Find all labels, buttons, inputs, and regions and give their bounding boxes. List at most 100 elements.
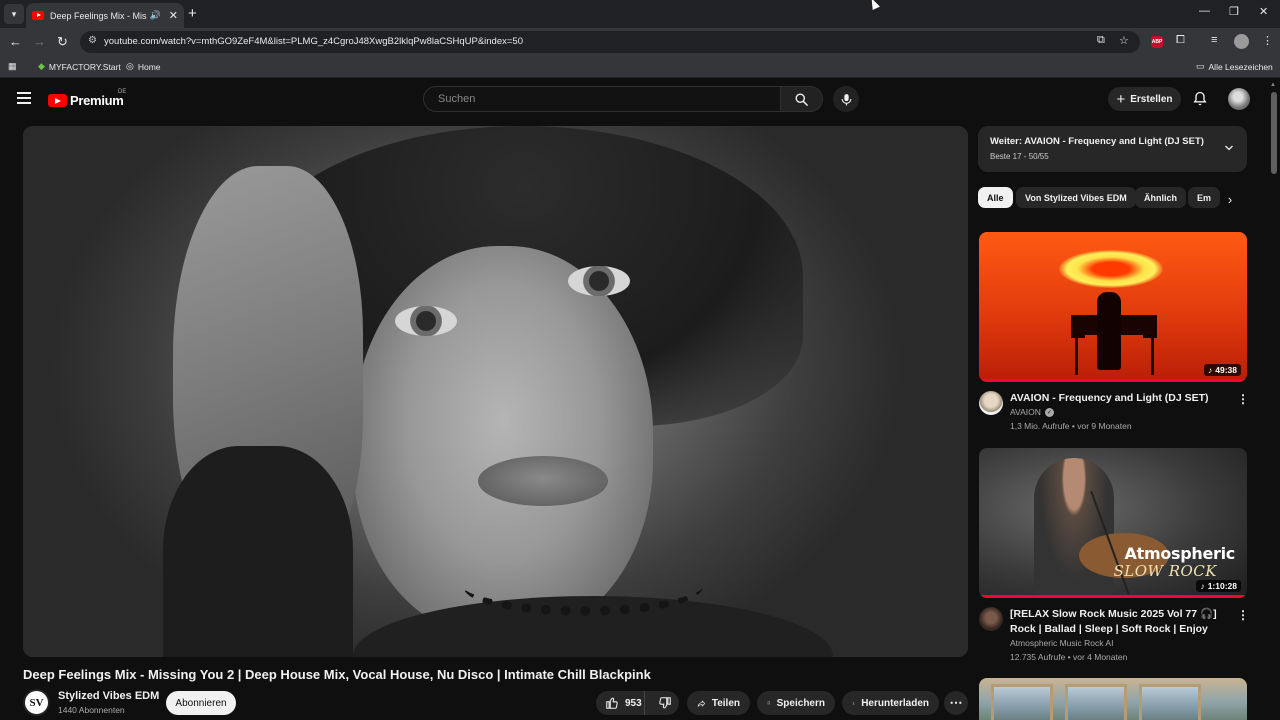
address-bar[interactable]: ⚙ youtube.com/watch?v=mthGO9ZeF4M&list=P… xyxy=(80,31,1140,53)
apps-grid-icon[interactable]: ▦ xyxy=(8,61,17,72)
thumb-desk-leg xyxy=(1151,335,1154,375)
share-arrow-icon xyxy=(697,700,706,707)
create-button[interactable]: + Erstellen xyxy=(1108,87,1181,111)
bookmark-icon xyxy=(767,701,770,705)
thumb-caption-line1: Atmospheric xyxy=(1124,544,1236,563)
audio-playing-icon[interactable]: 🔊 xyxy=(150,10,161,21)
chip-from-channel[interactable]: Von Stylized Vibes EDM xyxy=(1016,187,1136,208)
recommendation-title[interactable]: AVAION - Frequency and Light (DJ SET) xyxy=(1010,391,1226,406)
chip-all[interactable]: Alle xyxy=(978,187,1013,208)
duration-text: 49:38 xyxy=(1215,365,1237,375)
bookmark-home[interactable]: ◎ Home xyxy=(126,61,161,72)
reload-icon[interactable]: ↻ xyxy=(57,34,68,50)
dislike-button[interactable] xyxy=(651,691,679,715)
all-bookmarks-label: Alle Lesezeichen xyxy=(1208,61,1273,72)
video-player[interactable] xyxy=(23,126,968,657)
url-text: youtube.com/watch?v=mthGO9ZeF4M&list=PLM… xyxy=(104,36,523,47)
download-button[interactable]: Herunterladen xyxy=(842,691,939,715)
channel-label: AVAION xyxy=(1010,407,1041,417)
forward-icon[interactable]: → xyxy=(33,34,46,49)
voice-search-button[interactable] xyxy=(833,86,859,112)
subscribe-button[interactable]: Abonnieren xyxy=(166,691,236,715)
download-icon xyxy=(852,701,855,705)
recommendation-channel[interactable]: Atmospheric Music Rock AI xyxy=(1010,638,1113,648)
bookmarks-bar: ▦ ◆ MYFACTORY.Start ◎ Home ▭ Alle Leseze… xyxy=(0,56,1280,78)
youtube-premium-logo[interactable]: Premium DE xyxy=(48,89,126,108)
subscriber-count: 1440 Abonnenten xyxy=(58,705,125,715)
restore-window-icon[interactable]: ❐ xyxy=(1229,5,1239,18)
chip-related[interactable]: Ähnlich xyxy=(1135,187,1186,208)
all-bookmarks-folder[interactable]: ▭ Alle Lesezeichen xyxy=(1196,61,1273,72)
page-scrollbar-thumb[interactable] xyxy=(1271,92,1277,174)
tab-title: Deep Feelings Mix - Missing You 2 | Deep… xyxy=(50,10,147,21)
thumb-light-halo xyxy=(1059,250,1163,288)
minimize-icon[interactable]: — xyxy=(1199,5,1210,17)
save-button[interactable]: Speichern xyxy=(757,691,835,715)
search-icon xyxy=(795,93,808,106)
video-frame-choker xyxy=(463,556,703,616)
recommendation-thumbnail[interactable]: ♪ 49:38 xyxy=(979,232,1247,382)
browser-menu-icon[interactable]: ⋮ xyxy=(1262,34,1273,47)
recommendation-title[interactable]: [RELAX Slow Rock Music 2025 Vol 77 🎧] Ro… xyxy=(1010,607,1226,636)
recommendation-thumbnail[interactable]: Atmospheric SLOW ROCK ♪ 1:10:28 xyxy=(979,448,1247,598)
thumbs-down-icon xyxy=(659,697,671,709)
tab-search-button[interactable]: ▾ xyxy=(4,4,24,24)
site-info-icon[interactable]: ⚙ xyxy=(88,35,97,46)
chip-recommended[interactable]: Em xyxy=(1188,187,1221,208)
video-title: Deep Feelings Mix - Missing You 2 | Deep… xyxy=(23,667,651,682)
playlist-panel-collapsed[interactable]: Weiter: AVAION - Frequency and Light (DJ… xyxy=(978,126,1247,172)
recommendation-thumbnail[interactable] xyxy=(979,678,1247,720)
recommendation-channel[interactable]: AVAION ✓ xyxy=(1010,407,1054,417)
back-icon[interactable]: ← xyxy=(9,34,22,49)
chips-next-arrow-icon[interactable]: › xyxy=(1223,190,1237,208)
video-frame-eye-left xyxy=(395,306,457,336)
search-input[interactable] xyxy=(424,87,780,111)
kebab-menu-icon[interactable]: ⋮ xyxy=(1237,609,1249,621)
scroll-up-arrow-icon[interactable]: ▲ xyxy=(1270,82,1276,88)
create-label: Erstellen xyxy=(1130,93,1173,105)
channel-avatar[interactable] xyxy=(979,607,1003,631)
browser-tab-bar: ▾ Deep Feelings Mix - Missing You 2 | De… xyxy=(0,0,1280,28)
watch-progress-bar xyxy=(979,595,1247,598)
channel-name[interactable]: Stylized Vibes EDM xyxy=(58,690,159,702)
filter-chips: Alle Von Stylized Vibes EDM Ähnlich Em xyxy=(978,187,1248,209)
thumb-window xyxy=(1139,684,1201,720)
playlist-next-title: Weiter: AVAION - Frequency and Light (DJ… xyxy=(990,136,1204,147)
guide-menu-icon[interactable] xyxy=(17,92,31,104)
logo-wordmark: Premium xyxy=(70,93,124,108)
globe-icon: ◎ xyxy=(126,61,134,71)
chevron-down-icon[interactable] xyxy=(1223,142,1235,154)
share-button[interactable]: Teilen xyxy=(687,691,750,715)
diamond-arrow-icon: ◆ xyxy=(38,61,45,71)
more-actions-icon[interactable]: ⋯ xyxy=(944,691,968,715)
close-window-icon[interactable]: ✕ xyxy=(1259,5,1268,18)
thumb-guitarist xyxy=(1034,458,1114,598)
kebab-menu-icon[interactable]: ⋮ xyxy=(1237,393,1249,405)
youtube-favicon-icon xyxy=(32,11,44,20)
install-app-icon[interactable]: ⧉ xyxy=(1097,34,1105,47)
like-button[interactable]: 953 xyxy=(596,691,645,715)
search-button[interactable] xyxy=(781,86,823,112)
share-label: Teilen xyxy=(711,697,740,709)
search-field xyxy=(423,86,781,112)
channel-avatar[interactable]: SV xyxy=(23,689,50,716)
adblock-extension-icon[interactable]: ABP xyxy=(1151,36,1163,48)
music-note-icon: ♪ xyxy=(1208,365,1213,375)
region-code: DE xyxy=(118,89,127,95)
bookmark-star-icon[interactable]: ☆ xyxy=(1119,34,1129,47)
channel-label: Atmospheric Music Rock AI xyxy=(1010,638,1114,648)
close-tab-icon[interactable]: ✕ xyxy=(169,9,178,22)
new-tab-icon[interactable]: + xyxy=(188,5,197,22)
notifications-bell-icon[interactable] xyxy=(1192,90,1208,112)
duration-badge: ♪ 49:38 xyxy=(1204,364,1241,376)
extensions-icon[interactable]: ⧠ xyxy=(1176,34,1185,47)
plus-icon: + xyxy=(1116,90,1126,108)
video-frame-sleeve xyxy=(163,446,353,657)
reading-list-icon[interactable]: ≡ xyxy=(1211,34,1217,46)
browser-profile-avatar[interactable] xyxy=(1234,34,1249,49)
account-avatar[interactable] xyxy=(1228,88,1250,110)
channel-avatar[interactable] xyxy=(979,391,1003,415)
playlist-position: Beste 17 - 50/55 xyxy=(990,152,1049,161)
browser-tab-active[interactable]: Deep Feelings Mix - Missing You 2 | Deep… xyxy=(26,3,184,28)
bookmark-myfactory[interactable]: ◆ MYFACTORY.Start xyxy=(38,61,121,72)
